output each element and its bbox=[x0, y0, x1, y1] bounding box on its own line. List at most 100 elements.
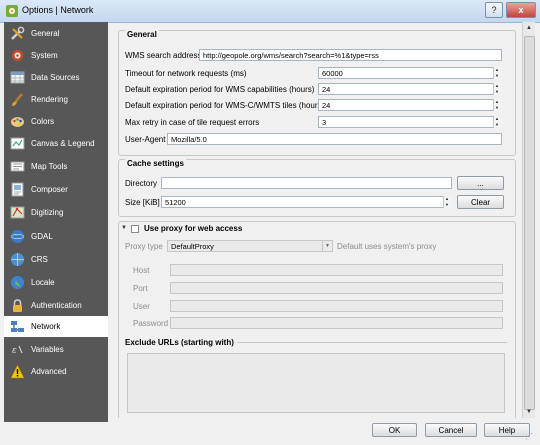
proxy-type-select[interactable]: DefaultProxy bbox=[167, 240, 333, 252]
cache-directory-label: Directory bbox=[125, 179, 158, 188]
sidebar-item-advanced[interactable]: Advanced bbox=[4, 361, 108, 382]
sidebar-item-colors[interactable]: Colors bbox=[4, 111, 108, 132]
sidebar-item-digitizing[interactable]: Digitizing bbox=[4, 202, 108, 223]
exclude-urls-title: Exclude URLs (starting with) bbox=[125, 338, 234, 347]
padlock-icon bbox=[13, 299, 22, 312]
sidebar-item-rendering[interactable]: Rendering bbox=[4, 89, 108, 110]
cache-directory-input[interactable] bbox=[161, 177, 452, 189]
sidebar-item-variables[interactable]: ε Variables bbox=[4, 339, 108, 360]
chevron-down-icon[interactable]: ▼ bbox=[322, 240, 332, 252]
sidebar-item-composer[interactable]: Composer bbox=[4, 179, 108, 200]
sidebar-item-network[interactable]: Network bbox=[4, 316, 108, 337]
timeout-spinbox[interactable]: 60000 bbox=[318, 67, 502, 79]
ok-button[interactable]: OK bbox=[372, 423, 417, 437]
sidebar-item-label: Colors bbox=[31, 117, 55, 126]
title-help-button[interactable]: ? bbox=[485, 2, 503, 18]
sidebar-item-label: Composer bbox=[31, 185, 68, 194]
proxy-host-label: Host bbox=[133, 266, 150, 275]
network-settings-pane: General WMS search address http://geopol… bbox=[112, 22, 522, 418]
cache-size-spinbox[interactable]: 51200 bbox=[161, 196, 452, 208]
retry-spinbox[interactable]: 3 bbox=[318, 116, 502, 128]
timeout-label: Timeout for network requests (ms) bbox=[125, 69, 247, 78]
paintbrush-icon bbox=[12, 93, 23, 106]
proxy-port-label: Port bbox=[133, 284, 148, 293]
proxy-password-label: Password bbox=[133, 319, 169, 328]
warning-triangle-icon bbox=[10, 364, 25, 379]
window-close-button[interactable]: x bbox=[506, 2, 536, 18]
sidebar-item-label: Digitizing bbox=[31, 208, 64, 217]
sidebar-item-system[interactable]: System bbox=[4, 45, 108, 66]
sidebar-item-label: Advanced bbox=[31, 367, 67, 376]
proxy-host-input[interactable] bbox=[170, 264, 503, 276]
table-icon bbox=[10, 71, 25, 84]
wms-expiry-spinbox[interactable]: 24 bbox=[318, 83, 502, 95]
scrollbar-thumb[interactable] bbox=[524, 36, 535, 410]
proxy-port-input[interactable] bbox=[170, 282, 503, 294]
retry-label: Max retry in case of tile request errors bbox=[125, 118, 260, 127]
resize-grip-icon[interactable]: ⋰ bbox=[525, 432, 533, 441]
proxy-password-input[interactable] bbox=[170, 317, 503, 329]
general-group: General WMS search address http://geopol… bbox=[118, 30, 516, 156]
sidebar-item-label: GDAL bbox=[31, 232, 53, 241]
wms-search-input[interactable]: http://geopole.org/wms/search?search=%1&… bbox=[199, 49, 502, 61]
cache-size-spin-arrows[interactable] bbox=[443, 196, 452, 208]
paint-palette-icon bbox=[11, 117, 24, 127]
scroll-up-icon[interactable]: ▲ bbox=[524, 23, 534, 33]
use-proxy-checkbox[interactable] bbox=[131, 225, 139, 233]
collapse-triangle-icon[interactable]: ▼ bbox=[121, 225, 127, 231]
wms-expiry-spin-arrows[interactable] bbox=[493, 83, 502, 95]
sidebar-item-general[interactable]: General bbox=[4, 23, 108, 44]
sidebar-item-label: Authentication bbox=[31, 301, 82, 310]
composer-icon bbox=[11, 182, 24, 197]
sidebar-item-locale[interactable]: Locale bbox=[4, 272, 108, 293]
timeout-spin-arrows[interactable] bbox=[493, 67, 502, 79]
proxy-group: ▼ Use proxy for web access Proxy type De… bbox=[118, 221, 516, 418]
cancel-button[interactable]: Cancel bbox=[425, 423, 477, 437]
sidebar-item-map-tools[interactable]: Map Tools bbox=[4, 156, 108, 177]
sidebar-item-label: Canvas & Legend bbox=[31, 139, 95, 148]
user-agent-input[interactable]: Mozilla/5.0 bbox=[167, 133, 502, 145]
pane-scrollbar[interactable]: ▲ ▼ bbox=[522, 22, 535, 418]
sidebar-item-label: Locale bbox=[31, 278, 55, 287]
sidebar-item-crs[interactable]: CRS bbox=[4, 249, 108, 270]
cache-group-title: Cache settings bbox=[125, 159, 186, 168]
exclude-urls-list[interactable] bbox=[127, 353, 505, 413]
proxy-user-input[interactable] bbox=[170, 300, 503, 312]
sidebar-item-label: Rendering bbox=[31, 95, 68, 104]
wmts-expiry-spin-arrows[interactable] bbox=[493, 99, 502, 111]
browse-directory-button[interactable]: ... bbox=[457, 176, 504, 190]
user-agent-label: User-Agent bbox=[125, 135, 166, 144]
scroll-down-icon[interactable]: ▼ bbox=[524, 407, 534, 417]
variables-icon: ε bbox=[12, 345, 23, 356]
cache-settings-group: Cache settings Directory ... Size [KiB] … bbox=[118, 159, 516, 217]
general-group-title: General bbox=[125, 30, 159, 39]
sidebar-item-label: Data Sources bbox=[31, 73, 80, 82]
svg-text:ε: ε bbox=[12, 346, 17, 356]
sidebar-item-label: General bbox=[31, 29, 60, 38]
title-bar: Options | Network ? x bbox=[0, 0, 540, 23]
canvas-legend-icon bbox=[10, 137, 25, 150]
sidebar-item-label: Network bbox=[31, 322, 61, 331]
crs-globe-icon bbox=[11, 253, 24, 266]
sidebar-item-canvas-legend[interactable]: Canvas & Legend bbox=[4, 133, 108, 154]
wrench-screwdriver-icon bbox=[11, 26, 25, 40]
sidebar-item-gdal[interactable]: GDAL bbox=[4, 226, 108, 247]
sidebar-item-label: CRS bbox=[31, 255, 48, 264]
use-proxy-label: Use proxy for web access bbox=[144, 224, 243, 233]
gear-icon bbox=[12, 50, 23, 61]
help-button[interactable]: Help bbox=[484, 423, 530, 437]
sidebar-item-label: System bbox=[31, 51, 58, 60]
clear-cache-button[interactable]: Clear bbox=[457, 195, 504, 209]
options-sidebar: General System Data Sources Rendering Co… bbox=[4, 22, 108, 422]
wms-expiry-label: Default expiration period for WMS capabi… bbox=[125, 85, 315, 94]
sidebar-item-data-sources[interactable]: Data Sources bbox=[4, 67, 108, 88]
network-icon bbox=[11, 321, 24, 332]
gdal-globe-icon bbox=[10, 230, 25, 243]
retry-spin-arrows[interactable] bbox=[493, 116, 502, 128]
sidebar-item-label: Variables bbox=[31, 345, 64, 354]
wmts-expiry-spinbox[interactable]: 24 bbox=[318, 99, 502, 111]
sidebar-item-authentication[interactable]: Authentication bbox=[4, 295, 108, 316]
window-title: Options | Network bbox=[22, 5, 94, 15]
cache-size-label: Size [KiB] bbox=[125, 198, 160, 207]
qgis-app-icon bbox=[6, 5, 18, 17]
